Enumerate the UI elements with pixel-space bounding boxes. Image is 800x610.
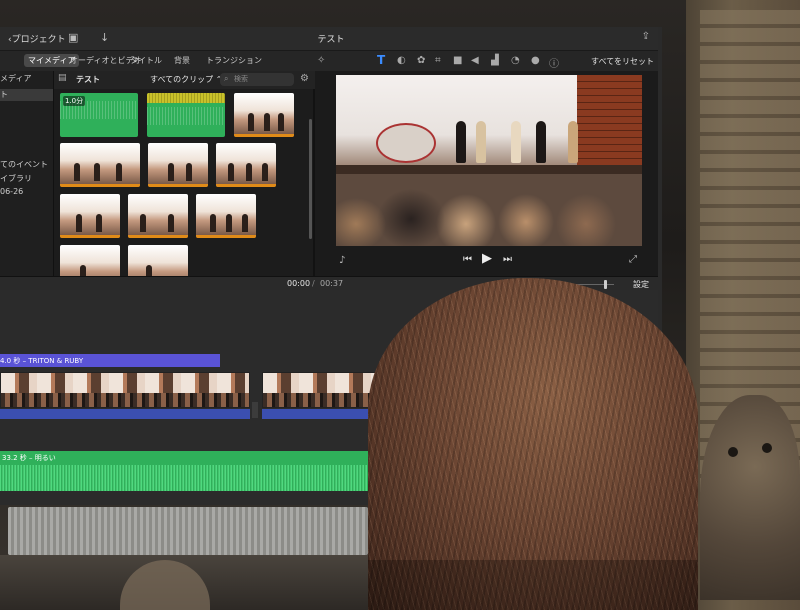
title-clip[interactable]: 4.0 秒 – TRITON & RUBY <box>0 354 220 367</box>
search-field[interactable]: ⌕ 検索 <box>220 73 294 86</box>
play-icon[interactable]: ▶ <box>482 251 492 266</box>
media-thumbnail[interactable] <box>60 245 120 276</box>
time-separator: / <box>312 279 315 288</box>
search-placeholder: 検索 <box>234 75 248 83</box>
total-duration: 00:37 <box>320 279 344 288</box>
speed-icon[interactable]: ◔ <box>511 55 520 66</box>
browser-header: ▤ テスト すべてのクリップ ⌃ ⌕ 検索 ⚙ <box>54 71 315 89</box>
project-title: テスト <box>317 35 345 45</box>
video-clip[interactable] <box>0 372 250 408</box>
sidebar-item-event-date[interactable]: 06-26 <box>0 187 23 196</box>
media-thumbnail[interactable] <box>147 93 225 137</box>
viewer-toolbar: ✧ T ◐ ✿ ⌗ ■ ◀ ▟ ◔ ● ⓘ すべてをリセット <box>315 51 658 71</box>
tab-titles[interactable]: タイトル <box>130 55 162 66</box>
tab-transitions[interactable]: トランジション <box>206 55 262 66</box>
skip-back-icon[interactable]: ⏮ <box>463 254 472 265</box>
monitor-stand <box>8 507 368 555</box>
media-thumbnail[interactable] <box>148 143 208 187</box>
info-icon[interactable]: ⓘ <box>549 55 559 70</box>
filter-icon[interactable]: ● <box>531 55 540 66</box>
skip-forward-icon[interactable]: ⏭ <box>503 254 512 265</box>
duration-badge: 1.0分 <box>63 96 86 106</box>
background-music-clip[interactable]: 33.2 秒 – 明るい <box>0 451 400 491</box>
media-thumbnail[interactable] <box>60 194 120 238</box>
microphone-icon[interactable]: ♪ <box>339 255 345 266</box>
sidebar-item-project[interactable]: ト <box>0 89 53 101</box>
library-sidebar: メディア ト てのイベント イブラリ 06-26 <box>0 71 54 276</box>
share-icon[interactable]: ⇪ <box>642 31 650 42</box>
media-thumbnail[interactable] <box>196 194 256 238</box>
noise-reduction-icon[interactable]: ▟ <box>491 55 499 66</box>
clip-audio-strip <box>0 409 250 419</box>
search-icon: ⌕ <box>224 74 229 83</box>
magic-wand-icon[interactable]: ✧ <box>317 55 325 66</box>
media-grid-scrollbar[interactable] <box>308 89 313 276</box>
media-thumbnail[interactable]: 1.0分 <box>60 93 138 137</box>
crop-icon[interactable]: ⌗ <box>435 55 441 66</box>
title-bar: ‹プロジェクト ▣ ↓ テスト ⇪ <box>0 27 658 51</box>
sidebar-item-all-events[interactable]: てのイベント <box>0 159 48 170</box>
viewer-panel: ♪ ⏮ ▶ ⏭ ⤢ <box>315 71 658 276</box>
fullscreen-icon[interactable]: ⤢ <box>629 254 637 265</box>
current-time: 00:00 <box>287 279 311 288</box>
sidebar-item-library[interactable]: イブラリ <box>0 173 32 184</box>
volume-icon[interactable]: ◀ <box>471 55 479 66</box>
media-thumbnail[interactable] <box>128 245 188 276</box>
media-thumbnail[interactable] <box>234 93 294 137</box>
media-tabs: マイメディア オーディオとビデオ タイトル 背景 トランジション <box>0 51 315 71</box>
sidebar-toggle-icon[interactable]: ▤ <box>58 73 67 83</box>
person-shadow <box>368 560 698 610</box>
color-balance-icon[interactable]: ◐ <box>397 55 406 66</box>
video-preview[interactable] <box>336 75 642 246</box>
audio-clip-label: 33.2 秒 – 明るい <box>2 454 56 462</box>
plush-toy <box>700 395 800 600</box>
sidebar-item-media[interactable]: メディア <box>0 73 31 84</box>
clip-filter-dropdown[interactable]: すべてのクリップ ⌃ <box>150 74 222 85</box>
settings-gear-icon[interactable]: ⚙ <box>300 73 309 84</box>
media-grid: 1.0分 <box>54 89 308 276</box>
media-thumbnail[interactable] <box>60 143 140 187</box>
stabilization-icon[interactable]: ■ <box>453 55 462 66</box>
timeline-settings-button[interactable]: 設定 <box>633 279 649 290</box>
media-thumbnail[interactable] <box>128 194 188 238</box>
browser-title: テスト <box>76 75 100 84</box>
title-icon[interactable]: T <box>377 53 385 67</box>
tab-backgrounds[interactable]: 背景 <box>174 55 190 66</box>
clip-filter-label: すべてのクリップ <box>150 75 214 84</box>
color-correction-icon[interactable]: ✿ <box>417 55 425 66</box>
clip-gap <box>252 402 258 418</box>
media-thumbnail[interactable] <box>216 143 276 187</box>
reset-all-button[interactable]: すべてをリセット <box>591 56 654 67</box>
title-clip-label: 4.0 秒 – TRITON & RUBY <box>0 357 84 365</box>
zoom-slider-knob[interactable] <box>604 280 607 289</box>
